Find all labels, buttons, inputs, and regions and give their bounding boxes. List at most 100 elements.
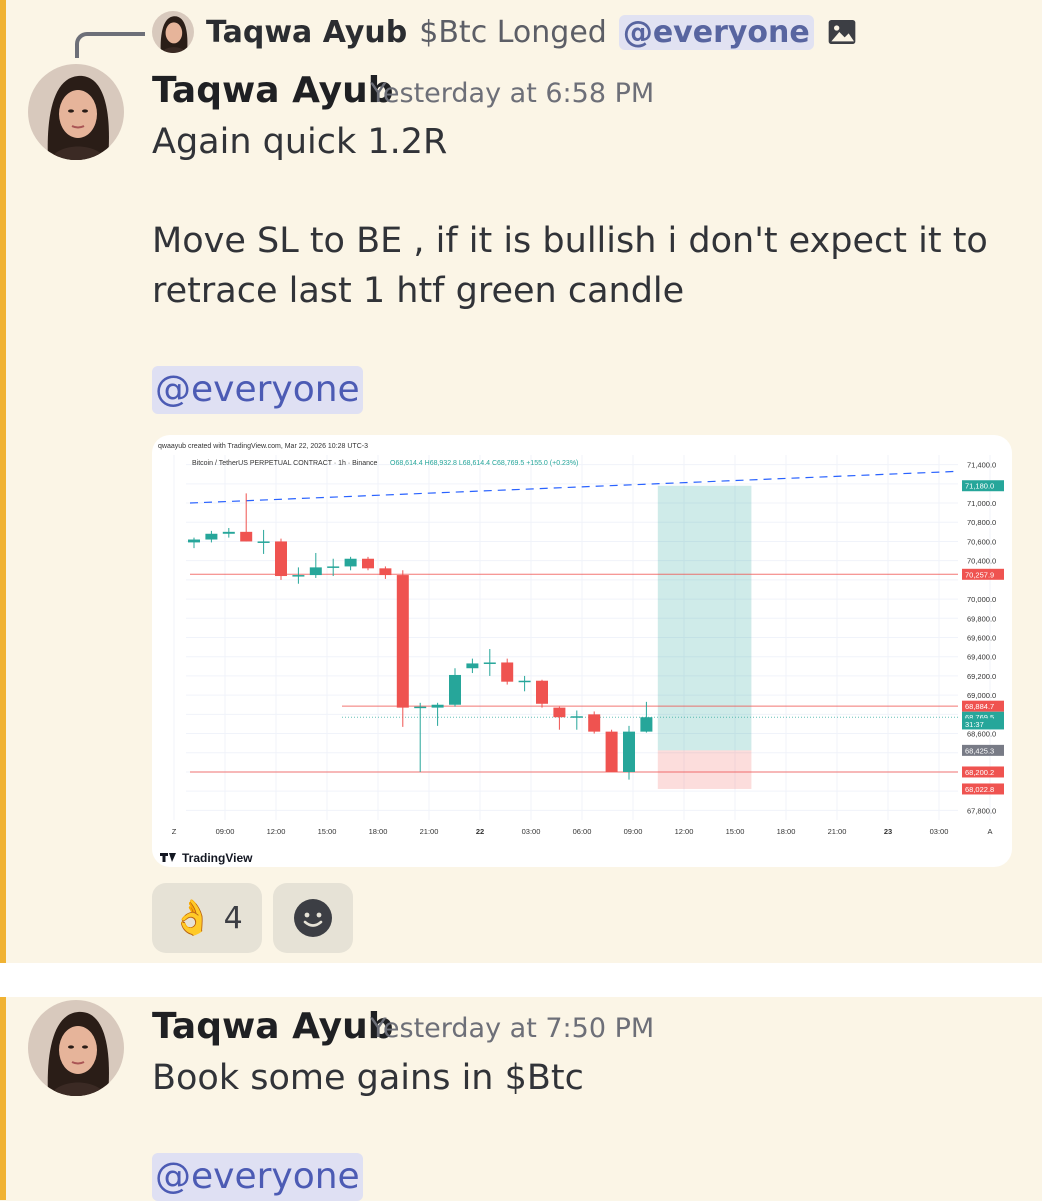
tradingview-brand: TradingView — [182, 851, 253, 865]
author-name[interactable]: Taqwa Ayub — [152, 70, 394, 111]
candle-body — [257, 541, 270, 543]
price-label-text: 68,200.2 — [965, 768, 994, 777]
chart-symbol-label: Bitcoin / TetherUS PERPETUAL CONTRACT · … — [192, 460, 378, 467]
position-profit-zone — [657, 485, 752, 751]
candle-body — [205, 533, 218, 540]
mention-everyone[interactable]: @everyone — [152, 1153, 363, 1201]
chart-created-label: qwaayub created with TradingView.com, Ma… — [158, 443, 368, 450]
candles — [188, 493, 653, 780]
author-name[interactable]: Taqwa Ayub — [152, 1006, 394, 1047]
timestamp[interactable]: Yesterday at 7:50 PM — [370, 1013, 654, 1044]
message-text: Again quick 1.2R — [152, 122, 448, 162]
price-tick-label: 69,600.0 — [967, 634, 996, 643]
time-tick-label: Z — [172, 827, 177, 836]
candle-body — [222, 531, 235, 534]
reaction-count: 4 — [223, 900, 243, 936]
add-reaction-icon — [294, 899, 332, 937]
mention-highlight-bar — [0, 0, 6, 963]
timestamp[interactable]: Yesterday at 6:58 PM — [370, 78, 654, 109]
time-tick-label: 15:00 — [726, 827, 745, 836]
price-tick-label: 69,000.0 — [967, 691, 996, 700]
time-tick-label: 22 — [476, 827, 484, 836]
candle-body — [414, 706, 427, 709]
price-tick-label: 69,400.0 — [967, 653, 996, 662]
time-tick-label: 21:00 — [828, 827, 847, 836]
avatar[interactable] — [28, 64, 124, 160]
horizontal-lines — [190, 573, 958, 773]
reply-avatar[interactable] — [152, 11, 194, 53]
candle-body — [588, 714, 601, 732]
price-tick-label: 69,800.0 — [967, 614, 996, 623]
time-tick-label: 12:00 — [267, 827, 286, 836]
chart-grid — [173, 455, 991, 820]
time-tick-label: 06:00 — [573, 827, 592, 836]
candle-body — [362, 558, 374, 569]
chart-attachment[interactable]: 71,400.0 71,000.0 70,800.0 70,600.0 70,400.0… — [152, 435, 1012, 867]
candlestick-chart: 71,400.0 71,000.0 70,800.0 70,600.0 70,400.0… — [158, 443, 1004, 865]
candle-body — [188, 539, 200, 543]
price-label-text: 71,180.0 — [965, 482, 994, 491]
candle-body — [623, 731, 635, 772]
time-tick-label: 09:00 — [216, 827, 235, 836]
time-axis: Z 09:00 12:00 15:00 18:00 21:00 22 03:00 06:00 09… — [172, 827, 993, 836]
time-tick-label: 09:00 — [624, 827, 643, 836]
candle-body — [275, 541, 287, 577]
candle-body — [640, 717, 653, 732]
time-tick-label: 18:00 — [369, 827, 388, 836]
time-tick-label: 23 — [884, 827, 892, 836]
price-tick-label: 69,200.0 — [967, 672, 996, 681]
candle-body — [309, 567, 322, 576]
ok-hand-emoji: 👌 — [171, 898, 214, 938]
candle-body — [327, 566, 340, 568]
time-tick-label: 18:00 — [777, 827, 796, 836]
candle-body — [536, 680, 548, 704]
candle-body — [396, 575, 409, 708]
candle-body — [431, 704, 444, 708]
candle-body — [379, 568, 392, 576]
time-tick-label: 12:00 — [675, 827, 694, 836]
reply-reference[interactable]: Taqwa Ayub $Btc Longed @everyone — [152, 10, 858, 54]
time-tick-label: 03:00 — [522, 827, 541, 836]
time-tick-label: 03:00 — [930, 827, 949, 836]
reply-connector — [75, 32, 145, 58]
price-axis: 71,400.0 71,000.0 70,800.0 70,600.0 70,400.0… — [967, 461, 996, 816]
price-tick-label: 70,600.0 — [967, 537, 996, 546]
candle-body — [553, 707, 566, 718]
add-reaction-button[interactable] — [273, 883, 353, 953]
price-label-text: 68,884.7 — [965, 702, 994, 711]
candle-body — [449, 674, 461, 705]
trendline — [189, 470, 959, 504]
position-loss-zone — [657, 750, 752, 789]
reaction-ok-hand[interactable]: 👌 4 — [152, 883, 262, 953]
price-label-text: 68,022.8 — [965, 785, 994, 794]
candle-body — [570, 716, 583, 718]
price-tick-label: 68,600.0 — [967, 730, 996, 739]
candle-body — [483, 662, 496, 664]
message-text: Book some gains in $Btc — [152, 1058, 584, 1098]
candle-body — [344, 558, 357, 567]
price-tick-label: 70,400.0 — [967, 557, 996, 566]
reply-mention[interactable]: @everyone — [618, 14, 814, 50]
price-tick-label: 70,000.0 — [967, 595, 996, 604]
reply-preview-text[interactable]: $Btc Longed — [419, 15, 607, 50]
mention-highlight-bar — [0, 997, 6, 1200]
candle-body — [518, 680, 531, 683]
avatar[interactable] — [28, 1000, 124, 1096]
price-tick-label: 71,000.0 — [967, 499, 996, 508]
price-tick-label: 71,400.0 — [967, 461, 996, 470]
reply-author[interactable]: Taqwa Ayub — [206, 15, 407, 50]
price-tick-label: 67,800.0 — [967, 806, 996, 815]
message-divider — [0, 963, 1042, 997]
mention-everyone[interactable]: @everyone — [152, 366, 363, 414]
chart-ohlc-label: O68,614.4 H68,932.8 L68,614.4 C68,769.5 … — [390, 460, 578, 467]
time-tick-label: 15:00 — [318, 827, 337, 836]
message-text: Move SL to BE , if it is bullish i don't… — [152, 221, 988, 261]
message-text: retrace last 1 htf green candle — [152, 271, 685, 311]
price-label-text: 68,425.3 — [965, 746, 994, 755]
tradingview-logo: TradingView — [160, 851, 253, 865]
image-icon — [828, 20, 856, 44]
candle-body — [501, 662, 514, 682]
candle-body — [240, 531, 253, 542]
candle-body — [605, 731, 618, 772]
price-label-text: 31:37 — [965, 720, 984, 729]
